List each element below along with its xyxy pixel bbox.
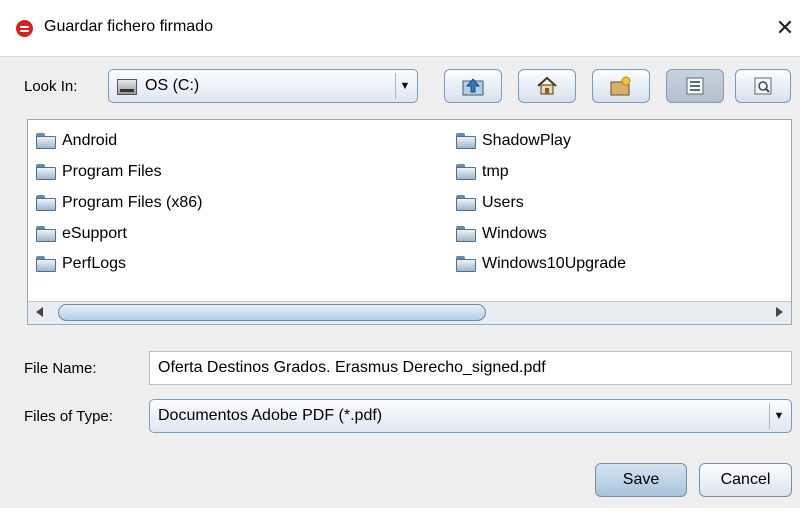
app-icon	[16, 20, 33, 37]
window-title: Guardar fichero firmado	[44, 18, 213, 35]
new-folder-icon	[610, 76, 631, 96]
file-type-label: Files of Type:	[24, 408, 113, 425]
home-button[interactable]	[518, 69, 576, 103]
new-folder-button[interactable]	[592, 69, 650, 103]
folder-item[interactable]: Android	[36, 130, 117, 152]
folder-item[interactable]: Users	[456, 192, 524, 214]
file-name-label: File Name:	[24, 360, 97, 377]
up-one-level-button[interactable]	[444, 69, 502, 103]
look-in-value: OS (C:)	[145, 77, 200, 94]
folder-icon	[36, 164, 56, 180]
folder-item[interactable]: PerfLogs	[36, 253, 126, 275]
folder-item[interactable]: Program Files (x86)	[36, 192, 202, 214]
folder-icon	[36, 133, 56, 149]
file-type-combo[interactable]: Documentos Adobe PDF (*.pdf) ▼	[149, 399, 792, 433]
dropdown-arrow-icon[interactable]: ▼	[769, 403, 788, 429]
window-bottom-edge	[0, 508, 800, 516]
drive-icon	[117, 79, 137, 95]
dropdown-arrow-icon[interactable]: ▼	[395, 73, 414, 99]
close-button[interactable]: ✕	[770, 10, 800, 46]
folder-item[interactable]: Program Files	[36, 161, 162, 183]
file-list[interactable]: Android Program Files Program Files (x86…	[27, 119, 792, 325]
folder-item[interactable]: ShadowPlay	[456, 130, 571, 152]
details-view-icon	[754, 77, 772, 95]
dialog-body: Look In: OS (C:) ▼ Android Program Files…	[0, 56, 800, 509]
list-view-icon	[686, 77, 704, 95]
folder-icon	[456, 164, 476, 180]
folder-up-icon	[462, 78, 484, 96]
title-bar: Guardar fichero firmado ✕	[0, 0, 800, 56]
horizontal-scrollbar[interactable]	[28, 301, 791, 324]
home-icon	[537, 76, 557, 95]
file-type-value: Documentos Adobe PDF (*.pdf)	[158, 407, 383, 424]
folder-item[interactable]: tmp	[456, 161, 509, 183]
folder-icon	[456, 133, 476, 149]
folder-item[interactable]: eSupport	[36, 223, 127, 245]
details-view-button[interactable]	[735, 69, 791, 103]
folder-item[interactable]: Windows10Upgrade	[456, 253, 626, 275]
scroll-right-icon[interactable]	[776, 307, 783, 317]
look-in-combo[interactable]: OS (C:) ▼	[108, 69, 418, 103]
folder-icon	[36, 256, 56, 272]
folder-icon	[456, 195, 476, 211]
file-name-input[interactable]: Oferta Destinos Grados. Erasmus Derecho_…	[149, 351, 792, 385]
scrollbar-thumb[interactable]	[58, 304, 486, 321]
folder-item[interactable]: Windows	[456, 223, 547, 245]
list-view-button[interactable]	[666, 69, 724, 103]
folder-icon	[36, 226, 56, 242]
scroll-left-icon[interactable]	[36, 307, 43, 317]
look-in-label: Look In:	[24, 78, 78, 95]
folder-icon	[456, 226, 476, 242]
save-button[interactable]: Save	[595, 463, 687, 497]
folder-icon	[36, 195, 56, 211]
cancel-button[interactable]: Cancel	[699, 463, 792, 497]
folder-icon	[456, 256, 476, 272]
